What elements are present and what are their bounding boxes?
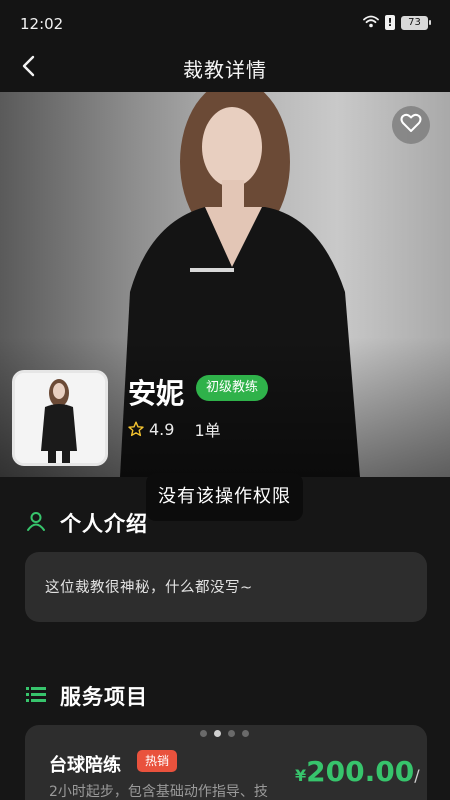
carousel-dot[interactable]: [242, 730, 249, 737]
hot-tag: 热销: [137, 750, 178, 772]
rating-row: 4.9 1单: [128, 417, 221, 441]
status-bar: 12:02 ! 73: [0, 0, 450, 44]
star-icon: [128, 421, 144, 437]
intro-section-header: 个人介绍: [26, 508, 148, 538]
list-icon: [26, 686, 46, 706]
order-count: 1单: [194, 421, 221, 440]
favorite-button[interactable]: [392, 106, 430, 144]
service-name: 台球陪练: [49, 755, 121, 776]
status-icons: ! 73: [363, 13, 431, 32]
toast-message: 没有该操作权限: [146, 473, 303, 521]
level-badge: 初级教练: [196, 375, 269, 401]
wifi-icon: [363, 13, 379, 32]
service-section-header: 服务项目: [26, 681, 148, 711]
user-icon: [26, 511, 46, 535]
avatar: [12, 370, 108, 466]
page-title: 裁教详情: [183, 58, 267, 82]
carousel-dot[interactable]: [214, 730, 221, 737]
price-unit: /: [414, 766, 420, 785]
intro-title: 个人介绍: [60, 512, 148, 536]
heart-icon: [400, 113, 422, 137]
carousel-dots: [200, 730, 249, 737]
status-time: 12:02: [20, 15, 64, 33]
service-price: ¥200.00/: [295, 755, 420, 788]
intro-card: 这位裁教很神秘，什么都没写~: [25, 552, 427, 622]
intro-text: 这位裁教很神秘，什么都没写~: [45, 580, 253, 596]
battery-icon: 73: [401, 15, 431, 30]
carousel-dot[interactable]: [228, 730, 235, 737]
service-description: 2小时起步，包含基础动作指导、技: [49, 784, 268, 800]
carousel-dot[interactable]: [200, 730, 207, 737]
price-amount: 200.00: [306, 755, 415, 788]
service-title: 服务项目: [60, 685, 148, 709]
alert-icon: !: [385, 15, 395, 30]
nav-bar: 裁教详情: [0, 44, 450, 92]
price-currency: ¥: [295, 766, 307, 785]
rating-value: 4.9: [149, 419, 175, 439]
coach-name: 安妮: [128, 377, 185, 410]
